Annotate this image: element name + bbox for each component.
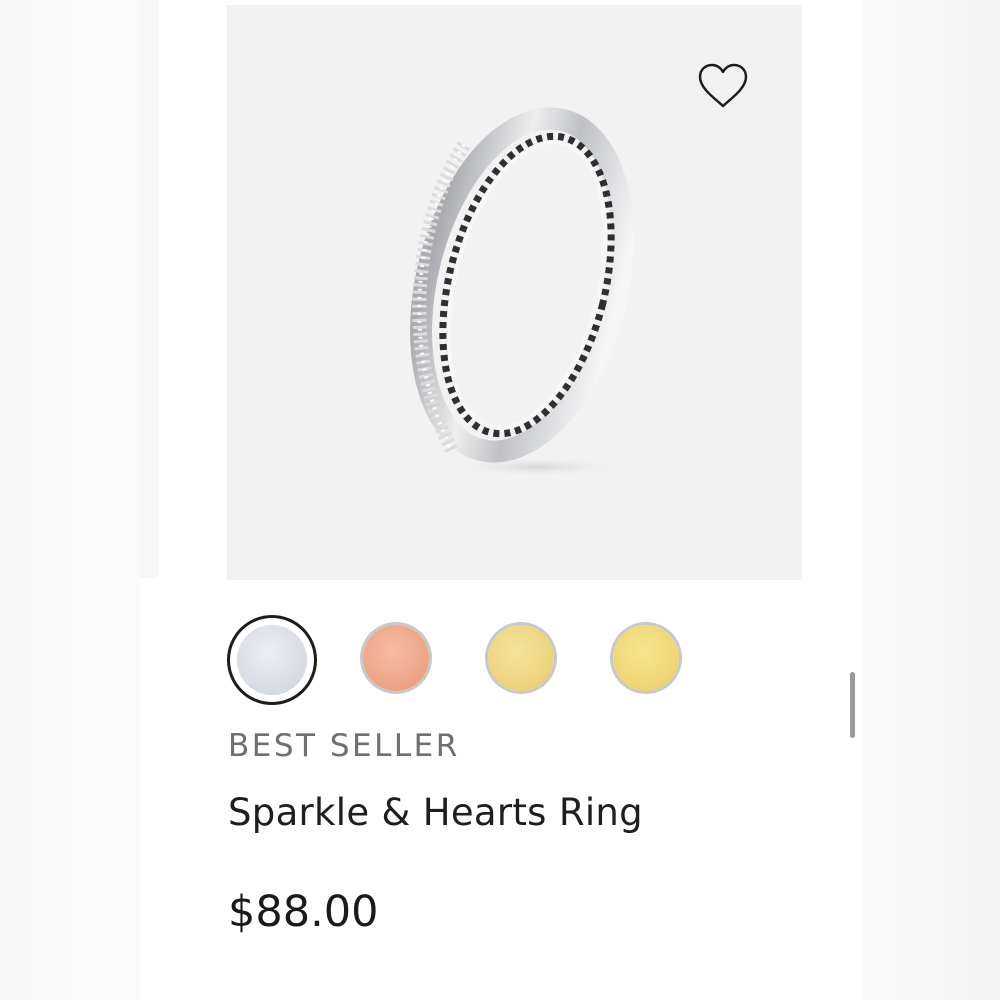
heart-outline-icon bbox=[698, 63, 748, 108]
wishlist-button[interactable] bbox=[694, 57, 752, 115]
swatch-rose-gold[interactable] bbox=[363, 625, 429, 691]
page-backdrop-left bbox=[0, 0, 158, 1000]
swatch-gold-alt[interactable] bbox=[613, 625, 679, 691]
product-price: $88.00 bbox=[228, 887, 379, 937]
scrollbar-thumb[interactable] bbox=[850, 672, 855, 738]
product-name[interactable]: Sparkle & Hearts Ring bbox=[228, 791, 643, 834]
swatch-silver[interactable] bbox=[237, 625, 307, 695]
swatch-gold[interactable] bbox=[488, 625, 554, 691]
product-image-panel[interactable] bbox=[227, 5, 802, 580]
metal-swatches bbox=[227, 615, 727, 705]
product-card[interactable]: BEST SELLER Sparkle & Hearts Ring $88.00 bbox=[140, 0, 862, 1000]
card-edge bbox=[140, 0, 158, 578]
page-backdrop-right bbox=[862, 0, 1000, 1000]
best-seller-badge: BEST SELLER bbox=[228, 728, 460, 764]
ring-product-image bbox=[410, 107, 634, 477]
